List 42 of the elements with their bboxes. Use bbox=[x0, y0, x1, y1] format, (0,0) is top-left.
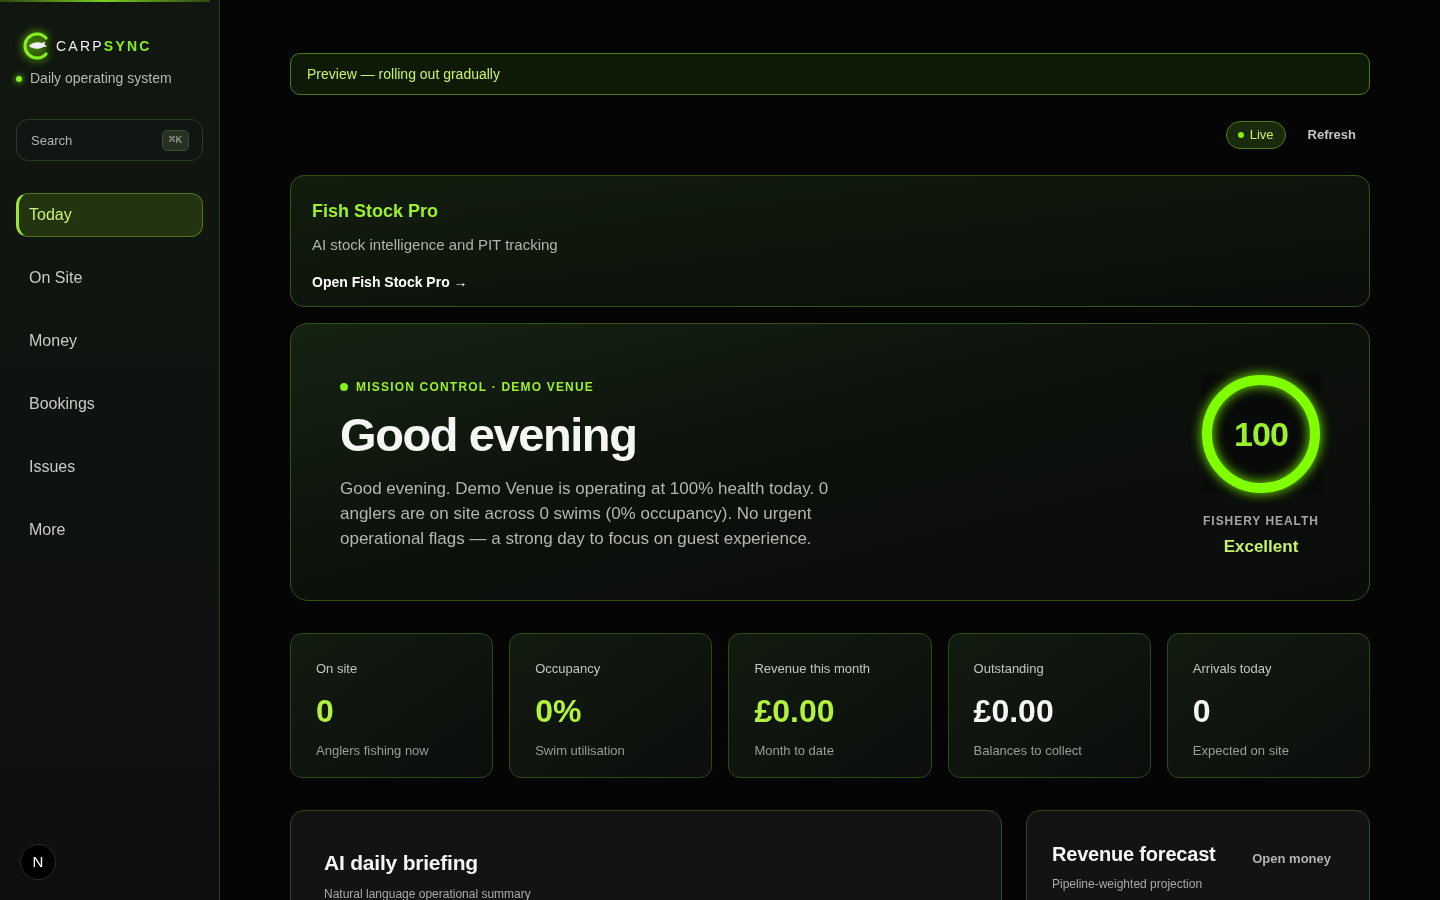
nav-item[interactable]: On Site bbox=[16, 256, 203, 300]
stat-caption: Balances to collect bbox=[973, 741, 1082, 760]
nav-item[interactable]: More bbox=[16, 508, 203, 552]
open-feature-link[interactable]: Open Fish Stock Pro → bbox=[312, 271, 468, 293]
nav-item[interactable]: Bookings bbox=[16, 382, 203, 426]
stat-value: 0 bbox=[1192, 691, 1211, 731]
nav-item[interactable]: Issues bbox=[16, 445, 203, 489]
live-label: Live bbox=[1249, 126, 1274, 145]
open-money-button[interactable]: Open money bbox=[1252, 849, 1331, 869]
hero-eyebrow: MISSION CONTROL · DEMO VENUE bbox=[356, 379, 595, 396]
briefing-title: AI daily briefing bbox=[324, 850, 478, 876]
stat-value: £0.00 bbox=[754, 691, 835, 731]
refresh-button[interactable]: Refresh bbox=[1307, 125, 1356, 145]
health-label: FISHERY HEALTH bbox=[1203, 513, 1319, 530]
stat-label: Occupancy bbox=[535, 660, 601, 678]
forecast-title: Revenue forecast bbox=[1052, 842, 1216, 867]
stat-caption: Expected on site bbox=[1192, 741, 1289, 760]
hero-heading: Good evening bbox=[340, 407, 637, 463]
stat-label: Arrivals today bbox=[1192, 660, 1272, 678]
stat-value: 0 bbox=[316, 691, 334, 731]
hero-summary: Good evening. Demo Venue is operating at 100% health today. 0 anglers are on site across 0 swims (0% occupancy). No urgent operational flags — a strong day to focus on guest experience. bbox=[340, 478, 830, 550]
logo-wordmark: CARP SYNC bbox=[56, 39, 152, 53]
feature-title: Fish Stock Pro bbox=[312, 200, 439, 223]
stat-label: Revenue this month bbox=[754, 660, 870, 678]
stat-value: £0.00 bbox=[973, 691, 1054, 731]
health-rating: Excellent bbox=[1223, 536, 1299, 558]
health-score: 100 bbox=[1232, 413, 1290, 455]
stat-value: 0% bbox=[535, 691, 582, 731]
forecast-subtitle: Pipeline-weighted projection bbox=[1052, 876, 1203, 893]
stat-caption: Month to date bbox=[754, 741, 834, 760]
nav-item[interactable]: Money bbox=[16, 319, 203, 363]
briefing-subtitle: Natural language operational summary bbox=[324, 885, 531, 900]
preview-banner: Preview — rolling out gradually bbox=[290, 53, 1370, 95]
stat-label: Outstanding bbox=[973, 660, 1044, 678]
stat-label: On site bbox=[316, 660, 358, 678]
tagline: Daily operating system bbox=[30, 69, 172, 88]
nav-item[interactable]: Today bbox=[16, 193, 203, 237]
feature-subtitle: AI stock intelligence and PIT tracking bbox=[312, 235, 558, 255]
dev-badge[interactable]: N bbox=[20, 844, 56, 880]
stat-caption: Swim utilisation bbox=[535, 741, 625, 760]
shortcut-hint: ⌘K bbox=[161, 130, 189, 151]
stat-caption: Anglers fishing now bbox=[316, 741, 429, 760]
